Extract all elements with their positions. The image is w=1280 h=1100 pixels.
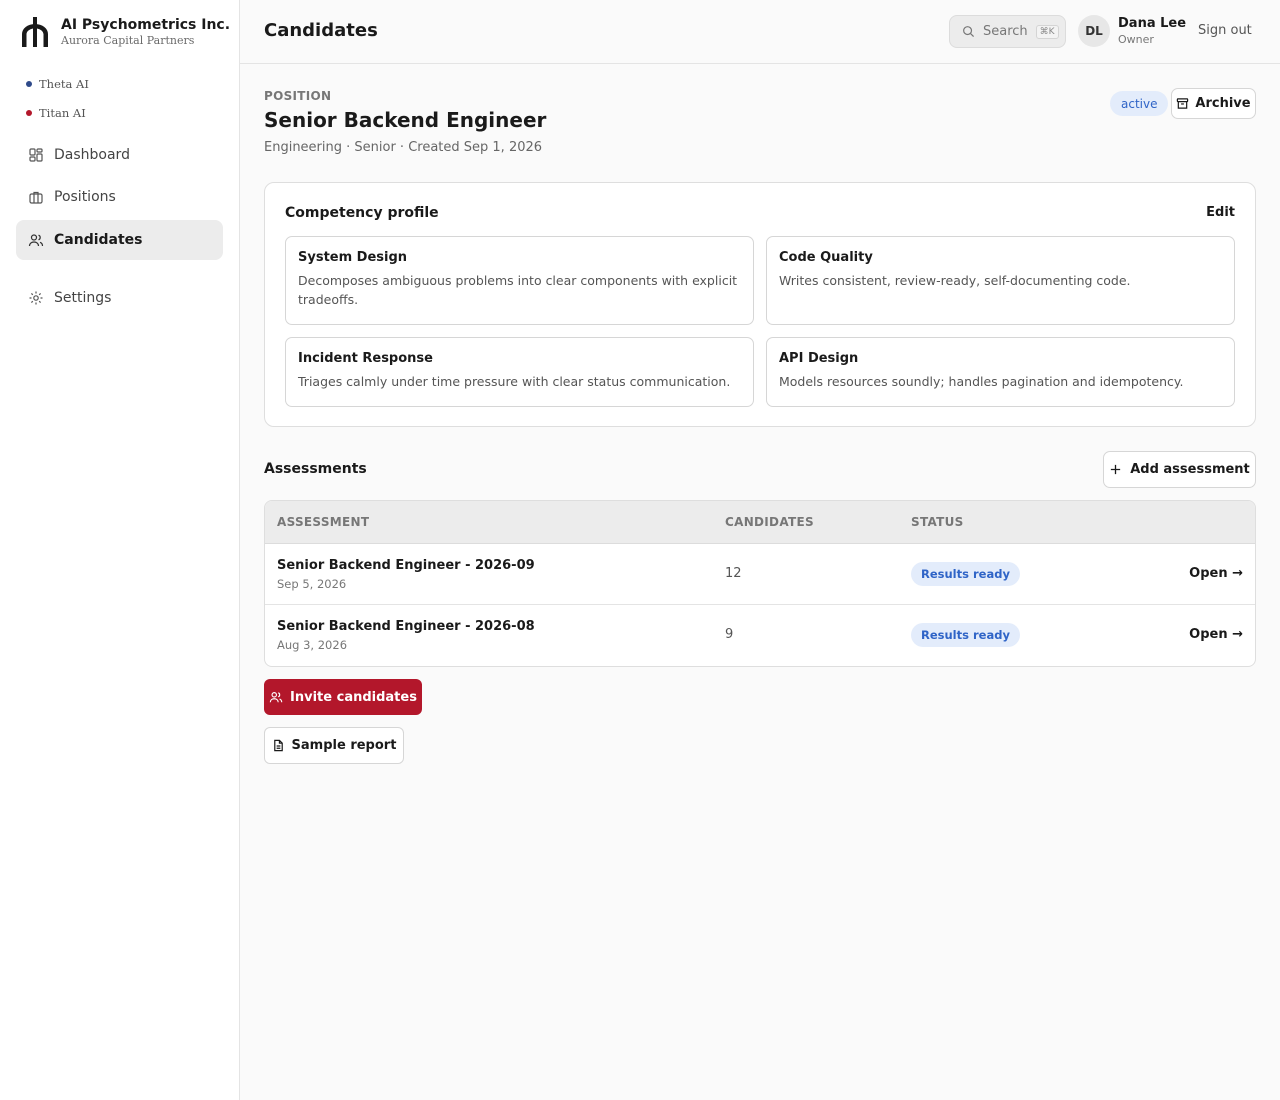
workspace-item-theta[interactable]: Theta AI — [26, 77, 89, 91]
competency-item: Code Quality Writes consistent, review-r… — [766, 236, 1235, 325]
open-assessment-link[interactable]: Open → — [1189, 627, 1243, 642]
sample-report-button[interactable]: Sample report — [264, 727, 404, 764]
search-icon — [963, 26, 975, 38]
competency-title: Competency profile — [285, 205, 439, 221]
sidebar: AI Psychometrics Inc. Aurora Capital Par… — [0, 0, 240, 1100]
position-meta: Engineering · Senior · Created Sep 1, 20… — [264, 140, 543, 155]
assessments-title: Assessments — [264, 461, 367, 477]
competency-desc: Models resources soundly; handles pagina… — [779, 374, 1184, 389]
assessments-table: ASSESSMENT CANDIDATES STATUS Senior Back… — [264, 500, 1256, 667]
workspace-label: Titan AI — [39, 106, 86, 120]
user-name: Dana Lee — [1118, 16, 1187, 31]
brand[interactable]: AI Psychometrics Inc. Aurora Capital Par… — [20, 16, 230, 48]
sidebar-item-label: Candidates — [54, 232, 143, 248]
dashboard-icon — [29, 148, 43, 162]
competency-desc: Triages calmly under time pressure with … — [298, 374, 731, 389]
invite-candidates-label: Invite candidates — [290, 689, 417, 705]
sidebar-item-label: Positions — [54, 189, 116, 205]
add-assessment-label: Add assessment — [1130, 462, 1250, 477]
brand-subtitle: Aurora Capital Partners — [61, 34, 195, 47]
brand-logo-icon — [22, 17, 48, 47]
assessment-date: Sep 5, 2026 — [277, 577, 347, 591]
assessment-date: Aug 3, 2026 — [277, 638, 348, 652]
avatar[interactable]: DL — [1078, 15, 1110, 47]
position-label: POSITION — [264, 89, 332, 103]
edit-competency-button[interactable]: Edit — [1206, 205, 1235, 220]
competency-item: System Design Decomposes ambiguous probl… — [285, 236, 754, 325]
competency-desc: Writes consistent, review-ready, self-do… — [779, 273, 1131, 288]
open-assessment-link[interactable]: Open → — [1189, 566, 1243, 581]
competency-desc: Decomposes ambiguous problems into clear… — [298, 273, 738, 307]
sample-report-label: Sample report — [291, 738, 397, 753]
competency-name: System Design — [298, 250, 408, 265]
competency-item: API Design Models resources soundly; han… — [766, 337, 1235, 407]
sidebar-item-positions[interactable]: Positions — [16, 177, 223, 217]
add-assessment-button[interactable]: Add assessment — [1103, 451, 1256, 488]
sign-out-button[interactable]: Sign out — [1198, 23, 1252, 38]
status-badge: Results ready — [911, 623, 1020, 647]
search-input[interactable]: Search ⌘K — [949, 15, 1066, 48]
competency-name: Code Quality — [779, 250, 873, 265]
gear-icon — [29, 291, 43, 305]
search-placeholder: Search — [983, 24, 1028, 39]
competency-item: Incident Response Triages calmly under t… — [285, 337, 754, 407]
briefcase-icon — [29, 191, 43, 204]
sidebar-item-candidates[interactable]: Candidates — [16, 220, 223, 260]
sidebar-item-settings[interactable]: Settings — [16, 278, 223, 318]
candidate-count: 9 — [725, 627, 734, 642]
brand-name: AI Psychometrics Inc. — [61, 17, 231, 33]
status-badge: active — [1110, 91, 1169, 116]
status-badge: Results ready — [911, 562, 1020, 586]
sidebar-item-dashboard[interactable]: Dashboard — [16, 135, 223, 175]
plus-icon — [1111, 464, 1121, 475]
table-header: ASSESSMENT CANDIDATES STATUS — [265, 501, 1255, 544]
sidebar-item-label: Settings — [54, 290, 112, 306]
users-icon — [28, 234, 44, 247]
table-row[interactable]: Senior Backend Engineer - 2026-08 Aug 3,… — [265, 605, 1255, 666]
users-icon — [269, 692, 283, 703]
column-header-candidates: CANDIDATES — [725, 515, 814, 529]
workspace-dot-icon — [26, 81, 32, 87]
page-title: Candidates — [264, 20, 378, 41]
archive-label: Archive — [1195, 96, 1251, 111]
archive-button[interactable]: Archive — [1171, 88, 1256, 119]
workspace-item-titan[interactable]: Titan AI — [26, 106, 86, 120]
column-header-assessment: ASSESSMENT — [277, 515, 370, 529]
workspace-dot-icon — [26, 110, 32, 116]
archive-icon — [1177, 98, 1189, 109]
table-row[interactable]: Senior Backend Engineer - 2026-09 Sep 5,… — [265, 544, 1255, 605]
assessment-name: Senior Backend Engineer - 2026-09 — [277, 558, 535, 573]
search-shortcut: ⌘K — [1035, 24, 1059, 39]
candidate-count: 12 — [725, 566, 742, 581]
competency-name: API Design — [779, 351, 859, 366]
top-header: Candidates Search ⌘K DL Dana Lee Owner S… — [240, 0, 1280, 64]
user-role: Owner — [1118, 33, 1154, 46]
assessment-name: Senior Backend Engineer - 2026-08 — [277, 619, 535, 634]
competency-profile-card: Competency profile Edit System Design De… — [264, 182, 1256, 427]
invite-candidates-button[interactable]: Invite candidates — [264, 679, 422, 715]
workspace-label: Theta AI — [39, 77, 89, 91]
document-icon — [273, 739, 283, 752]
position-title: Senior Backend Engineer — [264, 108, 547, 132]
competency-name: Incident Response — [298, 351, 433, 366]
column-header-status: STATUS — [911, 515, 964, 529]
sidebar-item-label: Dashboard — [54, 147, 130, 163]
